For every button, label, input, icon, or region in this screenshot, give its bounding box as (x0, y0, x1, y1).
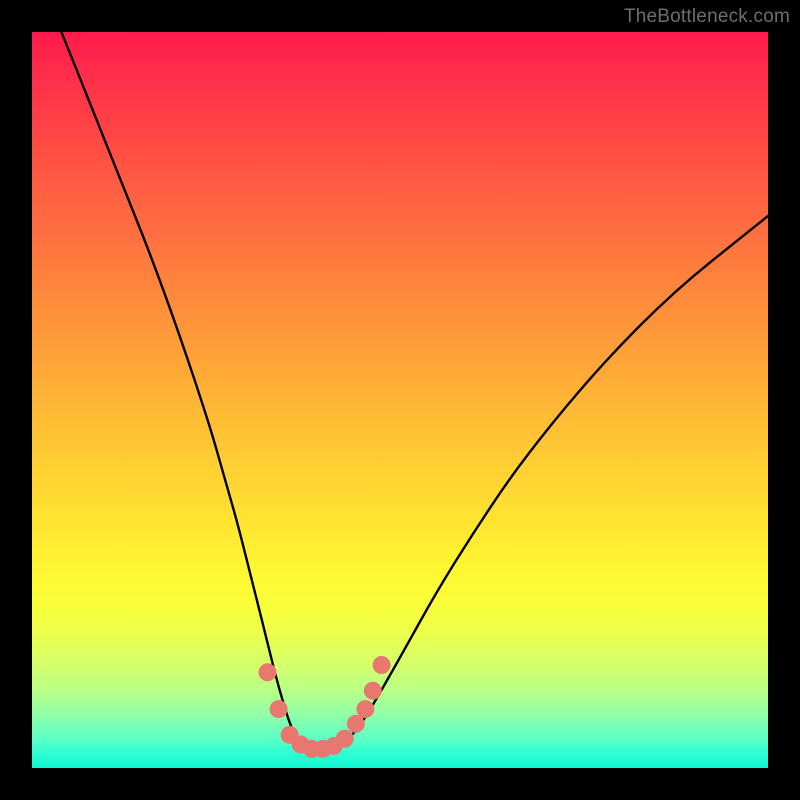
highlight-dot (373, 656, 391, 674)
highlight-dot (347, 715, 365, 733)
highlight-dot (270, 700, 288, 718)
watermark-text: TheBottleneck.com (624, 6, 790, 28)
bottleneck-curve (61, 32, 768, 752)
highlight-dot (356, 700, 374, 718)
curve-layer (32, 32, 768, 768)
highlight-dot (336, 730, 354, 748)
highlight-dot (259, 663, 277, 681)
chart-frame: TheBottleneck.com (0, 0, 800, 800)
highlight-dots (259, 656, 391, 758)
plot-area (32, 32, 768, 768)
highlight-dot (364, 682, 382, 700)
